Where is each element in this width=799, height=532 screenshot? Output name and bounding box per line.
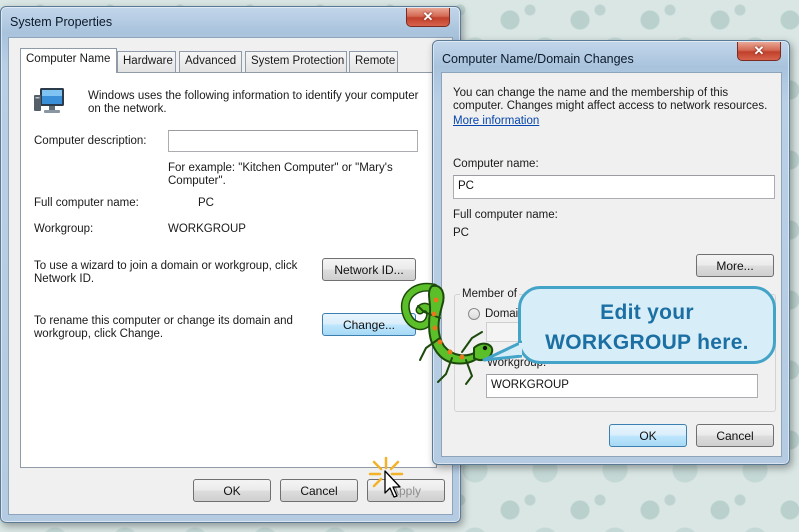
computer-icon — [34, 86, 68, 116]
description-label: Computer description: — [34, 135, 147, 147]
dialog-close-button[interactable]: ✕ — [737, 42, 781, 61]
dialog-full-name-label: Full computer name: — [453, 209, 558, 221]
window-title: System Properties — [10, 15, 113, 29]
intro-text: Windows uses the following information t… — [88, 90, 419, 115]
workgroup-label: Workgroup: — [34, 223, 94, 235]
dialog-full-name-value: PC — [453, 227, 469, 239]
instruction-callout: Edit your WORKGROUP here. — [518, 286, 776, 364]
dialog-ok-button[interactable]: OK — [609, 424, 687, 447]
callout-tail — [482, 340, 525, 364]
gecko-mascot — [396, 278, 496, 390]
full-name-label: Full computer name: — [34, 197, 139, 209]
workgroup-input[interactable]: WORKGROUP — [486, 374, 758, 398]
workgroup-value: WORKGROUP — [168, 223, 246, 235]
callout-line-1: Edit your — [600, 301, 694, 324]
dialog-cancel-button[interactable]: Cancel — [696, 424, 774, 447]
ok-button[interactable]: OK — [193, 479, 271, 502]
close-button[interactable]: ✕ — [406, 8, 450, 27]
full-name-value: PC — [198, 197, 214, 209]
cancel-button[interactable]: Cancel — [280, 479, 358, 502]
callout-line-2: WORKGROUP here. — [545, 331, 749, 354]
dialog-intro-text: You can change the name and the membersh… — [453, 87, 768, 112]
tab-computer-name[interactable]: Computer Name — [20, 48, 117, 73]
tab-advanced[interactable]: Advanced — [179, 51, 242, 72]
tab-system-protection[interactable]: System Protection — [245, 51, 347, 72]
close-icon: ✕ — [422, 9, 434, 24]
tab-hardware[interactable]: Hardware — [117, 51, 176, 72]
computer-name-label: Computer name: — [453, 158, 539, 170]
rename-text: To rename this computer or change its do… — [34, 315, 293, 340]
computer-description-input[interactable] — [168, 130, 418, 152]
more-button[interactable]: More... — [696, 254, 774, 277]
mouse-pointer-icon — [384, 470, 404, 500]
network-id-text: To use a wizard to join a domain or work… — [34, 260, 298, 285]
example-text: For example: "Kitchen Computer" or "Mary… — [168, 162, 393, 187]
dialog-title: Computer Name/Domain Changes — [442, 52, 634, 66]
computer-name-input[interactable]: PC — [453, 175, 775, 199]
close-icon: ✕ — [753, 43, 765, 58]
tab-remote[interactable]: Remote — [349, 51, 398, 72]
more-information-link[interactable]: More information — [453, 115, 539, 128]
